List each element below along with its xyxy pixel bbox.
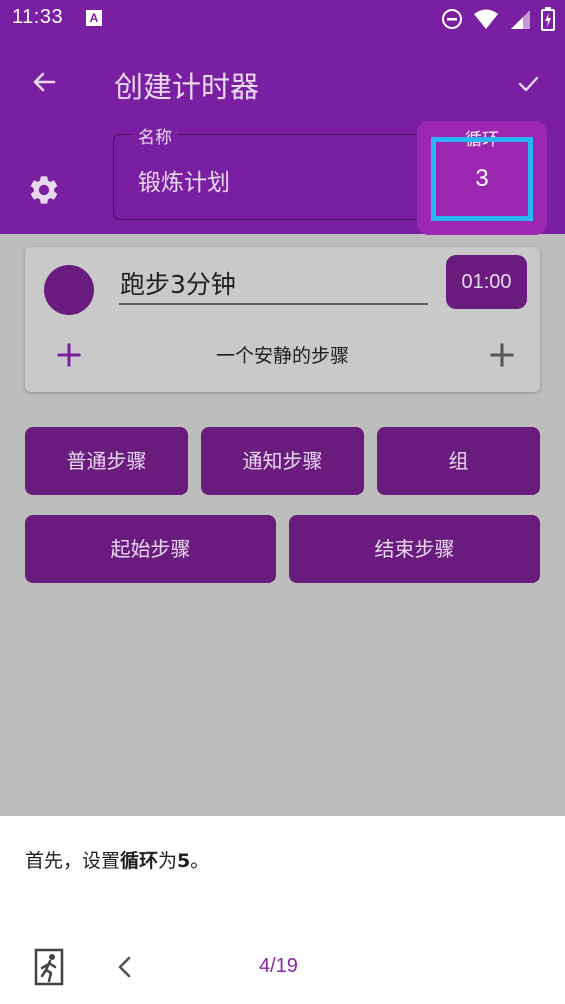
quiet-step-label: 一个安静的步骤 — [215, 345, 349, 367]
notify-step-button[interactable]: 通知步骤 — [201, 427, 364, 495]
tutorial-text-middle: 为 — [158, 850, 178, 872]
page-counter: 4/19 — [259, 955, 298, 977]
status-bar: 11:33 A — [0, 0, 565, 38]
gear-icon — [30, 176, 58, 204]
start-step-button[interactable]: 起始步骤 — [25, 515, 276, 583]
signal-icon — [511, 10, 530, 29]
save-button[interactable] — [510, 66, 546, 102]
group-button[interactable]: 组 — [377, 427, 540, 495]
page-title: 创建计时器 — [114, 70, 260, 104]
status-time: 11:33 — [12, 6, 64, 28]
battery-icon — [541, 7, 555, 31]
back-button[interactable] — [24, 62, 64, 102]
step-card: 跑步3分钟 01:00 一个安静的步骤 — [25, 247, 540, 392]
tutorial-text-prefix: 首先，设置 — [25, 850, 121, 872]
wifi-icon — [474, 9, 498, 29]
exit-tutorial-icon[interactable] — [33, 948, 67, 986]
settings-button[interactable] — [24, 170, 64, 210]
name-field[interactable]: 名称 锻炼计划 — [113, 123, 423, 220]
notification-a-icon: A — [86, 10, 102, 26]
app-bar: 创建计时器 名称 锻炼计划 循环 3 — [0, 38, 565, 235]
tutorial-text: 首先，设置循环为5。 — [25, 846, 209, 873]
end-step-button[interactable]: 结束步骤 — [289, 515, 540, 583]
arrow-back-icon — [33, 72, 56, 92]
loop-field-value[interactable]: 3 — [417, 165, 547, 193]
check-icon — [518, 76, 539, 92]
name-field-label: 名称 — [132, 123, 178, 148]
status-icons — [441, 7, 555, 31]
step-name-input[interactable]: 跑步3分钟 — [120, 265, 236, 301]
previous-page-icon[interactable] — [113, 953, 137, 981]
do-not-disturb-icon — [442, 9, 462, 29]
loop-field[interactable]: 循环 3 — [417, 121, 547, 235]
normal-step-button[interactable]: 普通步骤 — [25, 427, 188, 495]
tutorial-text-suffix: 。 — [190, 850, 210, 872]
step-color-indicator[interactable] — [44, 265, 94, 315]
step-name-underline — [119, 303, 428, 305]
tutorial-panel: 首先，设置循环为5。 4/19 — [0, 816, 565, 1004]
name-field-value[interactable]: 锻炼计划 — [138, 163, 230, 197]
tutorial-text-value: 5 — [177, 850, 191, 872]
add-step-after-icon[interactable] — [486, 339, 518, 371]
tutorial-text-loop: 循环 — [120, 850, 159, 872]
step-duration-button[interactable]: 01:00 — [446, 255, 527, 309]
